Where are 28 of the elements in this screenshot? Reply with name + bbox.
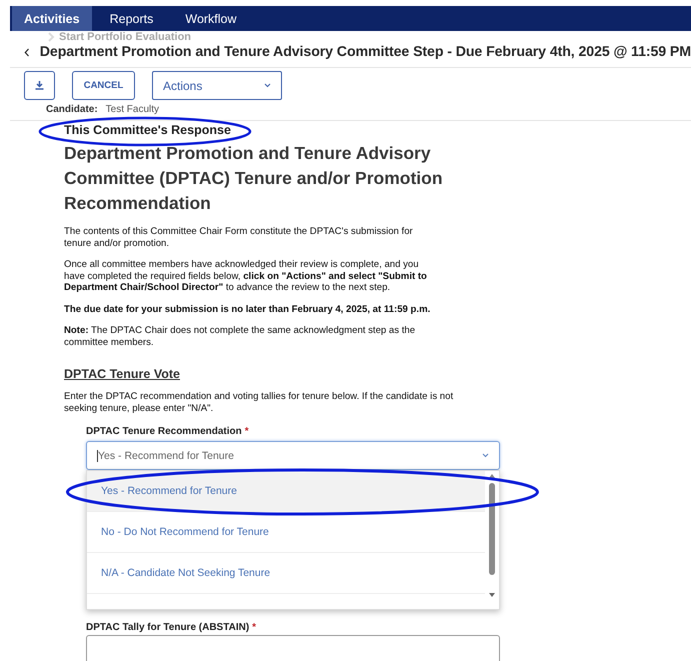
breadcrumb-text: Start Portfolio Evaluation: [59, 31, 192, 43]
instruction-paragraph: The contents of this Committee Chair Form constitute the DPTAC's submission for tenure and/or promotion.: [64, 226, 414, 249]
instruction-paragraph: Note: The DPTAC Chair does not complete the same acknowledgment step as the committee members.: [64, 325, 416, 348]
actions-dropdown[interactable]: Actions: [152, 71, 282, 100]
page-title: Department Promotion and Tenure Advisory Committee Step - Due February 4th, 2025 @ 11:59 PM: [40, 44, 691, 60]
caret-icon: [264, 83, 271, 88]
chevron-icon: [48, 32, 55, 42]
dropdown-option[interactable]: N/A - Candidate Not Seeking Tenure: [87, 553, 485, 594]
nav-tab[interactable]: Activities: [12, 6, 92, 31]
instruction-paragraph: Enter the DPTAC recommendation and voting tallies for tenure below. If the candidate is not seeking tenure, please enter "N/A".: [64, 391, 454, 414]
section-title: This Committee's Response: [64, 123, 231, 139]
caret-icon: [482, 453, 489, 458]
nav-tab[interactable]: Workflow: [173, 6, 249, 31]
dropdown-option[interactable]: No - Do Not Recommend for Tenure: [87, 512, 485, 553]
candidate-name: Test Faculty: [106, 104, 160, 115]
vote-heading: DPTAC Tenure Vote: [64, 367, 181, 381]
dropdown-option[interactable]: Yes - Recommend for Tenure: [87, 471, 485, 512]
instruction-paragraph: The due date for your submission is no later than February 4, 2025, at 11:59 p.m.: [64, 304, 432, 315]
field-label: DPTAC Tally for Tenure (ABSTAIN) *: [86, 622, 256, 633]
candidate-label: Candidate:: [46, 104, 98, 115]
field-label: DPTAC Tenure Recommendation *: [86, 426, 250, 437]
nav-tab[interactable]: Reports: [98, 6, 166, 31]
back-icon[interactable]: [24, 46, 30, 58]
download-button[interactable]: [24, 71, 55, 100]
download-icon: [35, 81, 44, 90]
cancel-button[interactable]: CANCEL: [72, 71, 135, 100]
form-heading: Department Promotion and Tenure Advisory Committee (DPTAC) Tenure and/or Promotion Recommendation: [64, 142, 444, 215]
instruction-paragraph: Once all committee members have acknowledged their review is complete, and you have completed the required fields below, click on "Actions" and select "Submit to Department Chair/School Director" to advance the review to the next step.: [64, 259, 428, 294]
